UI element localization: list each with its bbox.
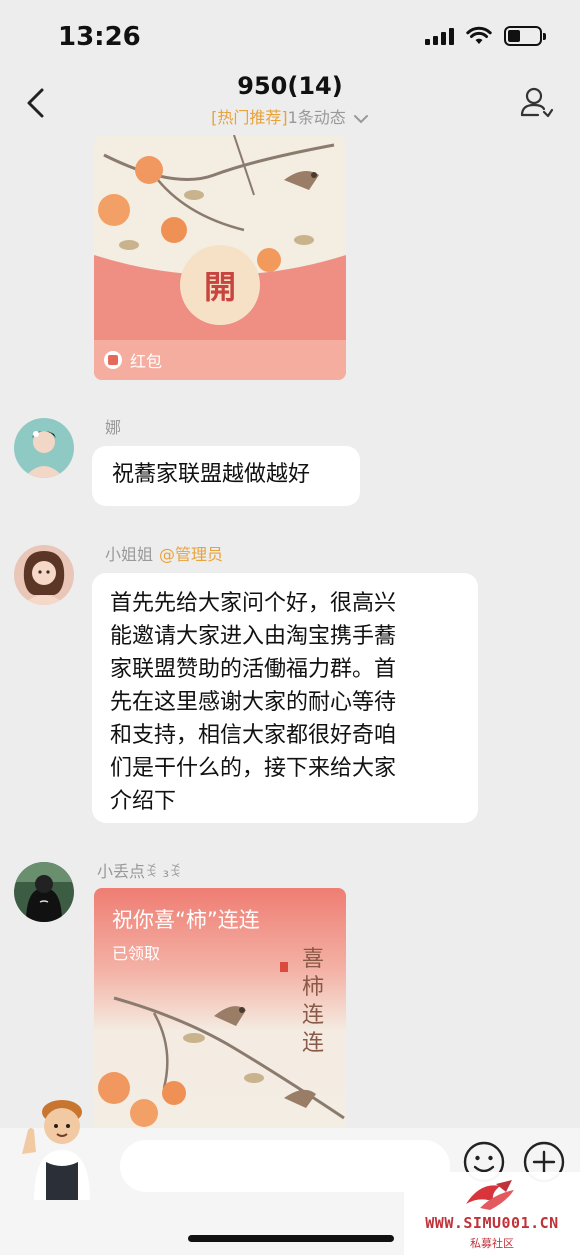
message-line: 首先先给大家问个好，很高兴 — [110, 591, 397, 616]
chat-title: 950(14) — [237, 72, 343, 100]
message-bubble[interactable]: 祝蕎家联盟越做越好 — [92, 446, 360, 506]
watermark-url: WWW.SIMU001.CN — [425, 1214, 559, 1232]
packet-title: 祝你喜“柿”连连 — [112, 908, 260, 932]
avatar[interactable] — [14, 545, 74, 605]
sender-name-text: 小姐姐 — [105, 545, 154, 564]
packet-footer: 红包 — [94, 340, 346, 380]
cellular-signal-icon — [425, 27, 454, 45]
updates-count: 1条动态 — [287, 108, 346, 127]
chevron-down-icon — [353, 114, 368, 123]
watermark-subtitle: 私募社区 — [470, 1237, 514, 1250]
message-line: 家联盟赞助的活働福力群。首 — [110, 657, 397, 682]
home-indicator — [188, 1235, 394, 1242]
status-icons — [425, 26, 546, 46]
mascot-icon[interactable] — [12, 1090, 112, 1200]
message-line: 介绍下 — [110, 789, 177, 814]
message-line: 们是干什么的，接下来给大家 — [110, 756, 397, 781]
red-packet-card[interactable]: 祝你喜“柿”连连 已领取 喜柿连连 — [94, 888, 346, 1128]
battery-icon — [504, 26, 546, 46]
message-line: 能邀请大家进入由淘宝携手蕎 — [110, 624, 397, 649]
group-members-icon[interactable] — [520, 84, 554, 120]
chat-screen: 13:26 950(14) [热门推荐]1条动态 開 红包 娜 祝蕎家联盟越做越… — [0, 0, 580, 1255]
avatar[interactable] — [14, 418, 74, 478]
watermark-logo-icon — [466, 1180, 514, 1210]
open-seal-button[interactable]: 開 — [180, 245, 260, 325]
admin-badge: @管理员 — [159, 545, 224, 564]
calligraphy-text: 喜柿连连 — [301, 947, 324, 1056]
chat-updates[interactable]: [热门推荐]1条动态 — [0, 104, 580, 128]
sender-name: 小丢点ꉂ ₃ꉂ — [97, 862, 182, 881]
status-time: 13:26 — [58, 22, 141, 52]
red-packet-icon — [104, 351, 122, 369]
sender-name: 娜 — [105, 418, 122, 437]
wifi-icon — [466, 26, 492, 44]
message-bubble[interactable]: 首先先给大家问个好，很高兴 能邀请大家进入由淘宝携手蕎 家联盟赞助的活働福力群。… — [92, 573, 478, 823]
sender-name: 小姐姐 @管理员 — [105, 541, 223, 565]
message-line: 和支持，相信大家都很好奇咱 — [110, 723, 397, 748]
message-input[interactable] — [120, 1140, 450, 1192]
red-packet-card[interactable]: 開 红包 — [94, 135, 346, 380]
packet-label: 红包 — [130, 352, 163, 371]
packet-status: 已领取 — [112, 944, 161, 963]
message-line: 先在这里感谢大家的耐心等待 — [110, 690, 397, 715]
avatar[interactable] — [14, 862, 74, 922]
hot-recommend-tag: [热门推荐] — [211, 108, 288, 127]
watermark: WWW.SIMU001.CN 私募社区 — [404, 1172, 580, 1255]
